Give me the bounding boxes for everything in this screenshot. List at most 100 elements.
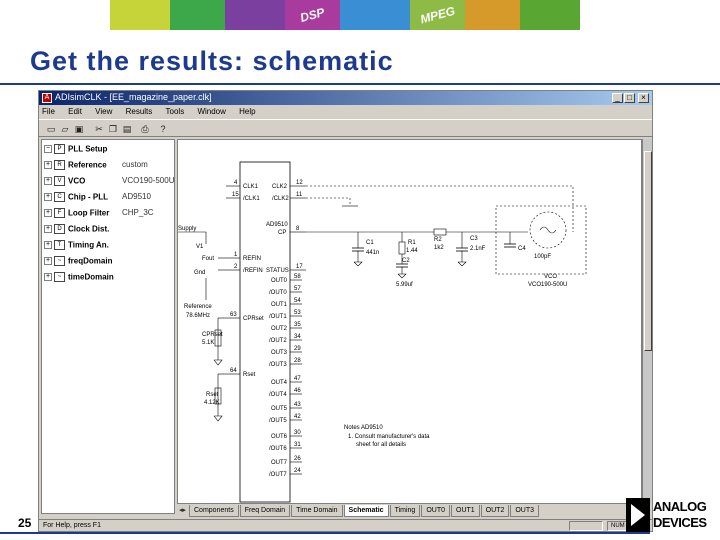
pin-num: 43 xyxy=(294,402,301,408)
expand-icon[interactable]: + xyxy=(44,177,52,185)
pin-num: 34 xyxy=(294,334,301,340)
copy-icon[interactable]: ❐ xyxy=(107,123,119,135)
c1-label: C1 xyxy=(366,240,374,246)
pin-name: CPRset xyxy=(243,316,264,322)
tree-item-freq-domain[interactable]: + ~ freqDomain xyxy=(44,256,112,268)
print-icon[interactable]: ⎙ xyxy=(139,123,151,135)
notes-title: Notes AD9510 xyxy=(344,425,383,431)
pin-name: OUT0 xyxy=(271,278,288,284)
expand-icon[interactable]: + xyxy=(44,161,52,169)
close-button[interactable]: × xyxy=(638,93,649,103)
pin-num: 47 xyxy=(294,376,301,382)
vco-icon: V xyxy=(54,176,65,186)
schematic-canvas[interactable]: AD9510 4 CLK1 15 /CLK1 1 REFIN 2 /REFIN … xyxy=(177,139,642,504)
cut-icon[interactable]: ✂ xyxy=(93,123,105,135)
expand-icon[interactable]: + xyxy=(44,209,52,217)
pin-num: 1 xyxy=(234,252,238,258)
c1-value: 441n xyxy=(366,250,379,256)
pin-name: OUT4 xyxy=(271,380,288,386)
pin-name: OUT3 xyxy=(271,350,288,356)
pin-name: CP xyxy=(278,230,286,236)
app-icon[interactable]: A xyxy=(42,93,52,103)
tree-item-loop-filter[interactable]: + F Loop Filter CHP_3C xyxy=(44,208,154,220)
tab-components[interactable]: Components xyxy=(189,505,239,517)
tab-time-domain[interactable]: Time Domain xyxy=(291,505,343,517)
tab-freq-domain[interactable]: Freq Domain xyxy=(239,505,291,517)
toolbar: ▭ ▱ ▣ ✂ ❐ ▤ ⎙ ? xyxy=(39,119,652,137)
help-icon[interactable]: ? xyxy=(157,123,169,135)
tab-out3[interactable]: OUT3 xyxy=(510,505,540,517)
pin-num: 64 xyxy=(230,368,237,374)
timing-icon: T xyxy=(54,240,65,250)
tab-out0[interactable]: OUT0 xyxy=(421,505,450,517)
c4-value: 100pF xyxy=(534,254,551,260)
scroll-thumb[interactable] xyxy=(644,151,652,351)
pin-name: /OUT3 xyxy=(269,362,287,368)
window-titlebar[interactable]: A ADIsimCLK - [EE_magazine_paper.clk] _ … xyxy=(39,91,652,105)
tab-schematic[interactable]: Schematic xyxy=(343,505,389,517)
menu-view[interactable]: View xyxy=(95,105,112,119)
status-indicator xyxy=(569,521,603,531)
expand-icon[interactable]: + xyxy=(44,241,52,249)
menu-tools[interactable]: Tools xyxy=(166,105,185,119)
pin-name: /OUT2 xyxy=(269,338,287,344)
window-title: ADIsimCLK - [EE_magazine_paper.clk] xyxy=(55,92,212,102)
vertical-scrollbar[interactable] xyxy=(642,139,652,504)
collapse-icon[interactable]: − xyxy=(44,145,52,153)
rset-label: Rset xyxy=(206,392,219,398)
slide-banner: DSP MPEG xyxy=(0,0,720,30)
rset-resistor: Rset 4.12K xyxy=(204,373,226,422)
tab-out2[interactable]: OUT2 xyxy=(480,505,510,517)
c4-label: C4 xyxy=(518,246,526,252)
pin-name: OUT2 xyxy=(271,326,288,332)
save-icon[interactable]: ▣ xyxy=(73,123,85,135)
tree-item-vco[interactable]: + V VCO VCO190-500U xyxy=(44,176,174,188)
notes-line-2: sheet for all details xyxy=(356,442,406,448)
c2-label: C2 xyxy=(402,258,410,264)
expand-icon[interactable]: + xyxy=(44,257,52,265)
clock-dist-icon: D xyxy=(54,224,65,234)
vco-block: C4 100pF VCO VCO190-500U xyxy=(495,205,587,288)
pin-name: CLK2 xyxy=(272,184,288,190)
tree-item-chip-pll[interactable]: + C Chip - PLL AD9510 xyxy=(44,192,151,204)
tree-item-reference[interactable]: + R Reference custom xyxy=(44,160,148,172)
tree-root[interactable]: − P PLL Setup xyxy=(44,144,107,156)
expand-icon[interactable]: + xyxy=(44,273,52,281)
reference-icon: R xyxy=(54,160,65,170)
pin-num: 4 xyxy=(234,180,238,186)
pin-name: /OUT1 xyxy=(269,314,287,320)
reference-source: Supply V1 Fout Gnd Reference 78.6MHz xyxy=(178,226,226,319)
pin-name: OUT1 xyxy=(271,302,288,308)
minimize-button[interactable]: _ xyxy=(612,93,623,103)
c3-label: C3 xyxy=(470,236,478,242)
status-bar: For Help, press F1 NUM xyxy=(39,519,652,532)
expand-icon[interactable]: + xyxy=(44,225,52,233)
pin-num: 53 xyxy=(294,310,301,316)
open-icon[interactable]: ▱ xyxy=(59,123,71,135)
pin-name: /REFIN xyxy=(243,268,263,274)
menu-edit[interactable]: Edit xyxy=(68,105,82,119)
c2-value: 5.99uf xyxy=(396,282,413,288)
menu-window[interactable]: Window xyxy=(197,105,225,119)
tab-timing[interactable]: Timing xyxy=(389,505,421,517)
pin-name: REFIN xyxy=(243,256,261,262)
pin-name: /CLK1 xyxy=(243,196,260,202)
pin-name: /OUT5 xyxy=(269,418,287,424)
menu-help[interactable]: Help xyxy=(239,105,255,119)
tree-item-clock-dist[interactable]: + D Clock Dist. xyxy=(44,224,109,236)
tree-item-timing-an[interactable]: + T Timing An. xyxy=(44,240,109,252)
tab-scroll-arrows[interactable]: ◂▸ xyxy=(179,506,186,514)
cprset-resistor: CPRset 5.1K xyxy=(202,317,226,366)
maximize-button[interactable]: □ xyxy=(624,93,635,103)
menu-results[interactable]: Results xyxy=(126,105,153,119)
tab-out1[interactable]: OUT1 xyxy=(451,505,480,517)
view-tabs: Components Freq Domain Time Domain Schemati… xyxy=(189,505,644,517)
expand-icon[interactable]: + xyxy=(44,193,52,201)
new-icon[interactable]: ▭ xyxy=(45,123,57,135)
tree-item-time-domain[interactable]: + ~ timeDomain xyxy=(44,272,114,284)
supply-label: Supply xyxy=(178,226,196,232)
fout-label: Fout xyxy=(202,256,214,262)
paste-icon[interactable]: ▤ xyxy=(121,123,133,135)
pin-num: 2 xyxy=(234,264,238,270)
menu-file[interactable]: File xyxy=(42,105,55,119)
